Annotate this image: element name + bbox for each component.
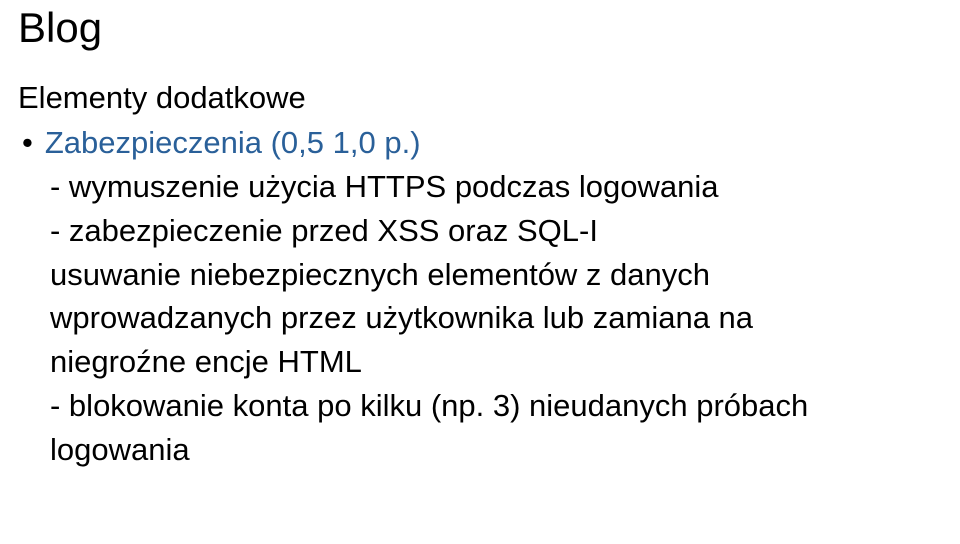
bullet-dot: • [22, 122, 33, 164]
nested-line: niegroźne encje HTML [50, 341, 942, 383]
nested-line: usuwanie niebezpiecznych elementów z dan… [50, 254, 942, 296]
nested-line: - zabezpieczenie przed XSS oraz SQL-I [50, 210, 942, 252]
slide-title: Blog [18, 4, 942, 52]
nested-line: - wymuszenie użycia HTTPS podczas logowa… [50, 166, 942, 208]
slide-container: Blog Elementy dodatkowe • Zabezpieczenia… [0, 0, 960, 477]
nested-line: logowania [50, 429, 942, 471]
slide-subtitle: Elementy dodatkowe [18, 80, 942, 116]
bullet-text: Zabezpieczenia (0,5 1,0 p.) [45, 122, 421, 164]
bullet-item: • Zabezpieczenia (0,5 1,0 p.) [22, 122, 942, 164]
nested-line: wprowadzanych przez użytkownika lub zami… [50, 297, 942, 339]
nested-line: - blokowanie konta po kilku (np. 3) nieu… [50, 385, 942, 427]
nested-content: - wymuszenie użycia HTTPS podczas logowa… [50, 166, 942, 471]
